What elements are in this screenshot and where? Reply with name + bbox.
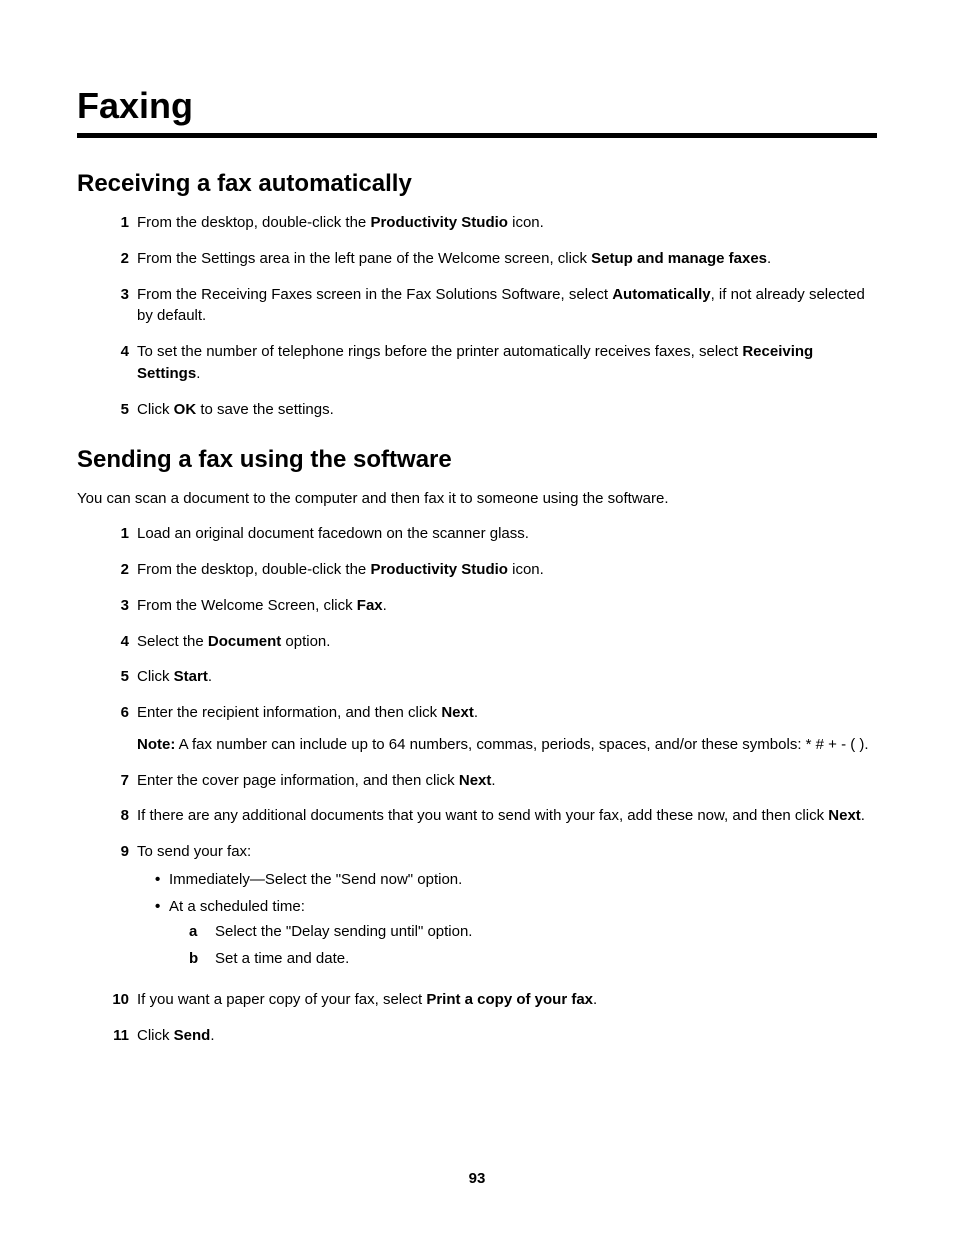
step-item: 1 From the desktop, double-click the Prod…	[107, 212, 877, 234]
step-number: 8	[107, 805, 129, 827]
bullet-item: At a scheduled time: a Select the "Delay s…	[155, 896, 877, 970]
step-text: To send your fax:	[137, 841, 877, 863]
step-body: Load an original document facedown on th…	[137, 523, 877, 545]
step-body: To set the number of telephone rings bef…	[137, 341, 877, 385]
step-item: 4To set the number of telephone rings be…	[107, 341, 877, 385]
step-item: 4 Select the Document option.	[107, 631, 877, 653]
section-receiving-title: Receiving a fax automatically	[77, 170, 877, 198]
receiving-steps: 1 From the desktop, double-click the Prod…	[77, 212, 877, 420]
step-item: 2 From the desktop, double-click the Prod…	[107, 559, 877, 581]
step-body: From the Receiving Faxes screen in the F…	[137, 284, 877, 328]
step-body: From the Welcome Screen, click Fax.	[137, 595, 877, 617]
step-number: 2	[107, 559, 129, 581]
step-number: 3	[107, 595, 129, 617]
step-body: Enter the recipient information, and the…	[137, 702, 877, 756]
chapter-title: Faxing	[77, 85, 877, 138]
step-number: 1	[107, 212, 129, 234]
step-item: 11 Click Send.	[107, 1025, 877, 1047]
alpha-text: Set a time and date.	[215, 948, 349, 970]
step-item: 7 Enter the cover page information, and t…	[107, 770, 877, 792]
step-number: 1	[107, 523, 129, 545]
alpha-marker: b	[189, 948, 207, 970]
step-number: 9	[107, 841, 129, 975]
alpha-list: a Select the "Delay sending until" option…	[169, 921, 877, 970]
step-item: 2 From the Settings area in the left pane…	[107, 248, 877, 270]
step-number: 5	[107, 399, 129, 421]
sending-intro: You can scan a document to the computer …	[77, 488, 877, 509]
step-body: Enter the cover page information, and th…	[137, 770, 877, 792]
bullet-text: Immediately—Select the "Send now" option…	[169, 871, 462, 888]
step-body: If you want a paper copy of your fax, se…	[137, 989, 877, 1011]
step-text: Select the Document option.	[137, 631, 877, 653]
step-text: From the desktop, double-click the Produ…	[137, 212, 877, 234]
step-number: 11	[107, 1025, 129, 1047]
step-text: Click OK to save the settings.	[137, 399, 877, 421]
step-text: Enter the cover page information, and th…	[137, 770, 877, 792]
step-text: Enter the recipient information, and the…	[137, 702, 877, 724]
step-item: 3 From the Welcome Screen, click Fax.	[107, 595, 877, 617]
step-number: 3	[107, 284, 129, 328]
step-number: 2	[107, 248, 129, 270]
step-number: 10	[107, 989, 129, 1011]
bullet-text: At a scheduled time:	[169, 898, 305, 915]
step-body: From the desktop, double-click the Produ…	[137, 212, 877, 234]
alpha-item: a Select the "Delay sending until" option…	[189, 921, 877, 943]
step-item: 5 Click Start.	[107, 666, 877, 688]
bullet-list: Immediately—Select the "Send now" option…	[137, 869, 877, 970]
page-number: 93	[0, 1170, 954, 1187]
alpha-text: Select the "Delay sending until" option.	[215, 921, 472, 943]
step-item: 8 If there are any additional documents t…	[107, 805, 877, 827]
step-text: To set the number of telephone rings bef…	[137, 341, 877, 385]
step-item: 5 Click OK to save the settings.	[107, 399, 877, 421]
step-text: Click Send.	[137, 1025, 877, 1047]
step-number: 4	[107, 631, 129, 653]
sending-steps: 1 Load an original document facedown on t…	[77, 523, 877, 1046]
step-number: 4	[107, 341, 129, 385]
alpha-marker: a	[189, 921, 207, 943]
step-body: To send your fax: Immediately—Select the …	[137, 841, 877, 975]
step-item: 6 Enter the recipient information, and th…	[107, 702, 877, 756]
step-item: 3From the Receiving Faxes screen in the …	[107, 284, 877, 328]
step-text: From the desktop, double-click the Produ…	[137, 559, 877, 581]
bullet-item: Immediately—Select the "Send now" option…	[155, 869, 877, 891]
step-text: If you want a paper copy of your fax, se…	[137, 989, 877, 1011]
step-number: 7	[107, 770, 129, 792]
step-text: From the Receiving Faxes screen in the F…	[137, 284, 877, 328]
step-body: Select the Document option.	[137, 631, 877, 653]
step-number: 5	[107, 666, 129, 688]
step-text: Click Start.	[137, 666, 877, 688]
step-item: 9 To send your fax: Immediately—Select the…	[107, 841, 877, 975]
step-note: Note: A fax number can include up to 64 …	[137, 734, 877, 756]
step-text: If there are any additional documents th…	[137, 805, 877, 827]
step-body: Click Send.	[137, 1025, 877, 1047]
step-item: 10 If you want a paper copy of your fax, …	[107, 989, 877, 1011]
step-body: From the Settings area in the left pane …	[137, 248, 877, 270]
step-body: Click Start.	[137, 666, 877, 688]
step-body: Click OK to save the settings.	[137, 399, 877, 421]
step-body: From the desktop, double-click the Produ…	[137, 559, 877, 581]
step-body: If there are any additional documents th…	[137, 805, 877, 827]
step-number: 6	[107, 702, 129, 756]
step-text: From the Settings area in the left pane …	[137, 248, 877, 270]
step-item: 1 Load an original document facedown on t…	[107, 523, 877, 545]
section-sending-title: Sending a fax using the software	[77, 446, 877, 474]
step-text: Load an original document facedown on th…	[137, 523, 877, 545]
alpha-item: b Set a time and date.	[189, 948, 877, 970]
step-text: From the Welcome Screen, click Fax.	[137, 595, 877, 617]
